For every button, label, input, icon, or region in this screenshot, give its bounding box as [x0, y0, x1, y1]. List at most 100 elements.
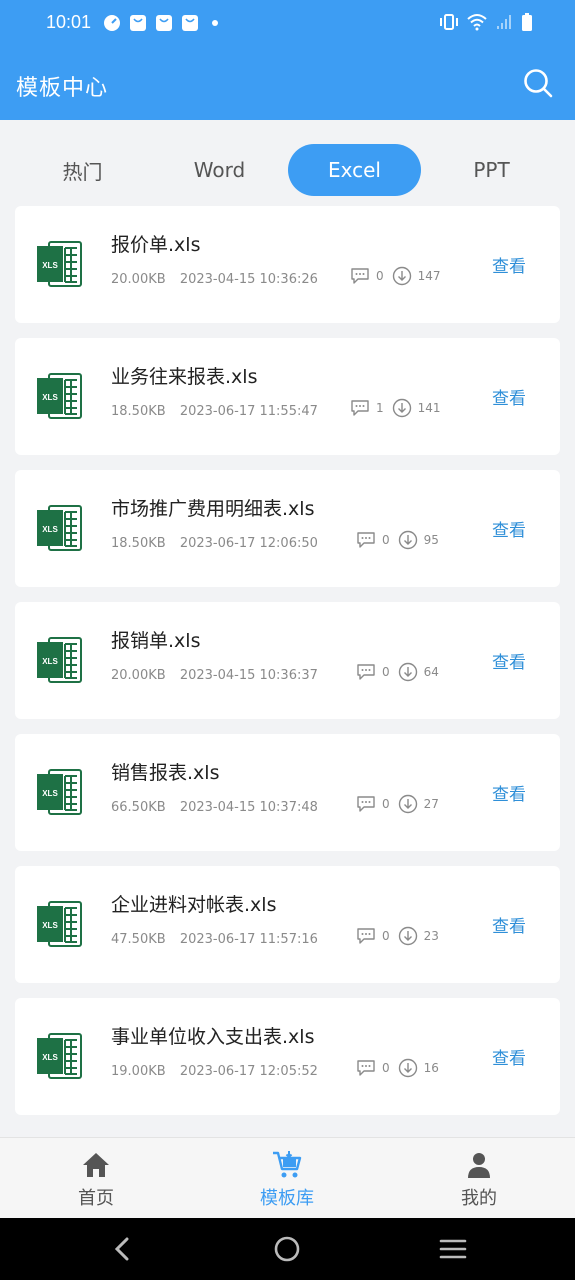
file-size: 47.50KB	[111, 932, 166, 947]
file-size: 20.00KB	[111, 272, 166, 287]
file-meta: 47.50KB 2023-06-17 11:57:16	[111, 932, 318, 947]
tab-ppt[interactable]: PPT	[425, 144, 558, 196]
file-stats: 0 147	[350, 266, 449, 286]
download-count: 64	[423, 665, 439, 679]
view-button[interactable]: 查看	[492, 912, 526, 937]
menu-icon	[439, 1239, 467, 1259]
file-date: 2023-04-15 10:36:37	[179, 668, 318, 683]
excel-file-icon: XLS	[35, 240, 83, 288]
tab-word[interactable]: Word	[153, 144, 286, 196]
view-button[interactable]: 查看	[492, 252, 526, 277]
download-icon	[398, 662, 418, 682]
view-button[interactable]: 查看	[492, 780, 526, 805]
template-card[interactable]: XLS 销售报表.xls 66.50KB 2023-04-15 10:37:48…	[15, 734, 560, 851]
file-type-label: XLS	[42, 261, 58, 270]
file-meta: 20.00KB 2023-04-15 10:36:37	[111, 668, 318, 683]
file-type-label: XLS	[42, 921, 58, 930]
file-name: 报销单.xls	[111, 630, 201, 652]
shopping-bag-icon	[180, 13, 200, 33]
tab-hot[interactable]: 热门	[16, 144, 149, 196]
download-count: 147	[417, 269, 441, 283]
template-card[interactable]: XLS 市场推广费用明细表.xls 18.50KB 2023-06-17 12:…	[15, 470, 560, 587]
file-stats: 0 64	[356, 662, 447, 682]
file-date: 2023-04-15 10:36:26	[179, 272, 318, 287]
file-meta: 19.00KB 2023-06-17 12:05:52	[111, 1064, 318, 1079]
view-button[interactable]: 查看	[492, 516, 526, 541]
comment-count: 0	[382, 665, 390, 679]
speedometer-icon	[102, 13, 122, 33]
back-button[interactable]	[107, 1234, 137, 1264]
search-button[interactable]	[521, 66, 555, 100]
status-time: 10:01	[46, 12, 92, 32]
notification-icons	[102, 13, 218, 33]
file-type-label: XLS	[42, 789, 58, 798]
nav-home-label: 首页	[78, 1188, 114, 1209]
comment-icon	[356, 1058, 376, 1078]
file-name: 事业单位收入支出表.xls	[111, 1026, 315, 1048]
comment-count: 0	[376, 269, 384, 283]
file-size: 20.00KB	[111, 668, 166, 683]
nav-template-library[interactable]: 模板库	[227, 1150, 347, 1210]
comment-count: 0	[382, 797, 390, 811]
view-button[interactable]: 查看	[492, 648, 526, 673]
download-icon	[392, 266, 412, 286]
comment-icon	[356, 926, 376, 946]
excel-file-icon: XLS	[35, 636, 83, 684]
download-count: 141	[417, 401, 441, 415]
system-nav-bar	[0, 1218, 575, 1280]
download-count: 27	[423, 797, 439, 811]
comment-count: 1	[376, 401, 384, 415]
file-date: 2023-06-17 12:06:50	[179, 536, 318, 551]
excel-file-icon: XLS	[35, 504, 83, 552]
comment-icon	[356, 794, 376, 814]
vibrate-icon	[439, 13, 459, 35]
comment-icon	[350, 398, 370, 418]
file-type-label: XLS	[42, 1053, 58, 1062]
file-size: 18.50KB	[111, 404, 166, 419]
file-date: 2023-06-17 12:05:52	[179, 1064, 318, 1079]
excel-file-icon: XLS	[35, 768, 83, 816]
shopping-bag-icon	[154, 13, 174, 33]
template-card[interactable]: XLS 报价单.xls 20.00KB 2023-04-15 10:36:26 …	[15, 206, 560, 323]
file-meta: 66.50KB 2023-04-15 10:37:48	[111, 800, 318, 815]
user-icon	[463, 1150, 495, 1180]
search-icon	[524, 69, 553, 98]
file-meta: 18.50KB 2023-06-17 12:06:50	[111, 536, 318, 551]
status-bar: 10:01	[0, 0, 575, 48]
view-button[interactable]: 查看	[492, 384, 526, 409]
file-stats: 0 27	[356, 794, 447, 814]
comment-icon	[356, 662, 376, 682]
download-icon	[398, 530, 418, 550]
page-title: 模板中心	[16, 76, 109, 101]
comment-count: 0	[382, 929, 390, 943]
download-icon	[398, 926, 418, 946]
view-button[interactable]: 查看	[492, 1044, 526, 1069]
tab-excel[interactable]: Excel	[288, 144, 421, 196]
file-date: 2023-06-17 11:57:16	[179, 932, 318, 947]
home-icon	[80, 1150, 112, 1180]
file-stats: 0 16	[356, 1058, 447, 1078]
nav-home[interactable]: 首页	[36, 1150, 156, 1210]
wifi-icon	[467, 13, 487, 35]
template-card[interactable]: XLS 业务往来报表.xls 18.50KB 2023-06-17 11:55:…	[15, 338, 560, 455]
file-date: 2023-04-15 10:37:48	[179, 800, 318, 815]
file-name: 企业进料对帐表.xls	[111, 894, 277, 916]
comment-count: 0	[382, 1061, 390, 1075]
file-stats: 0 23	[356, 926, 447, 946]
home-circle-icon	[274, 1236, 300, 1262]
file-name: 业务往来报表.xls	[111, 366, 258, 388]
file-stats: 1 141	[350, 398, 449, 418]
home-button[interactable]	[272, 1234, 302, 1264]
template-card[interactable]: XLS 事业单位收入支出表.xls 19.00KB 2023-06-17 12:…	[15, 998, 560, 1115]
file-name: 报价单.xls	[111, 234, 201, 256]
template-card[interactable]: XLS 企业进料对帐表.xls 47.50KB 2023-06-17 11:57…	[15, 866, 560, 983]
template-card[interactable]: XLS 报销单.xls 20.00KB 2023-04-15 10:36:37 …	[15, 602, 560, 719]
category-tabs: 热门 Word Excel PPT	[15, 144, 560, 196]
nav-mine[interactable]: 我的	[419, 1150, 539, 1210]
file-name: 市场推广费用明细表.xls	[111, 498, 315, 520]
shopping-bag-icon	[128, 13, 148, 33]
file-type-label: XLS	[42, 393, 58, 402]
file-size: 19.00KB	[111, 1064, 166, 1079]
battery-icon	[521, 12, 533, 36]
recents-button[interactable]	[438, 1234, 468, 1264]
